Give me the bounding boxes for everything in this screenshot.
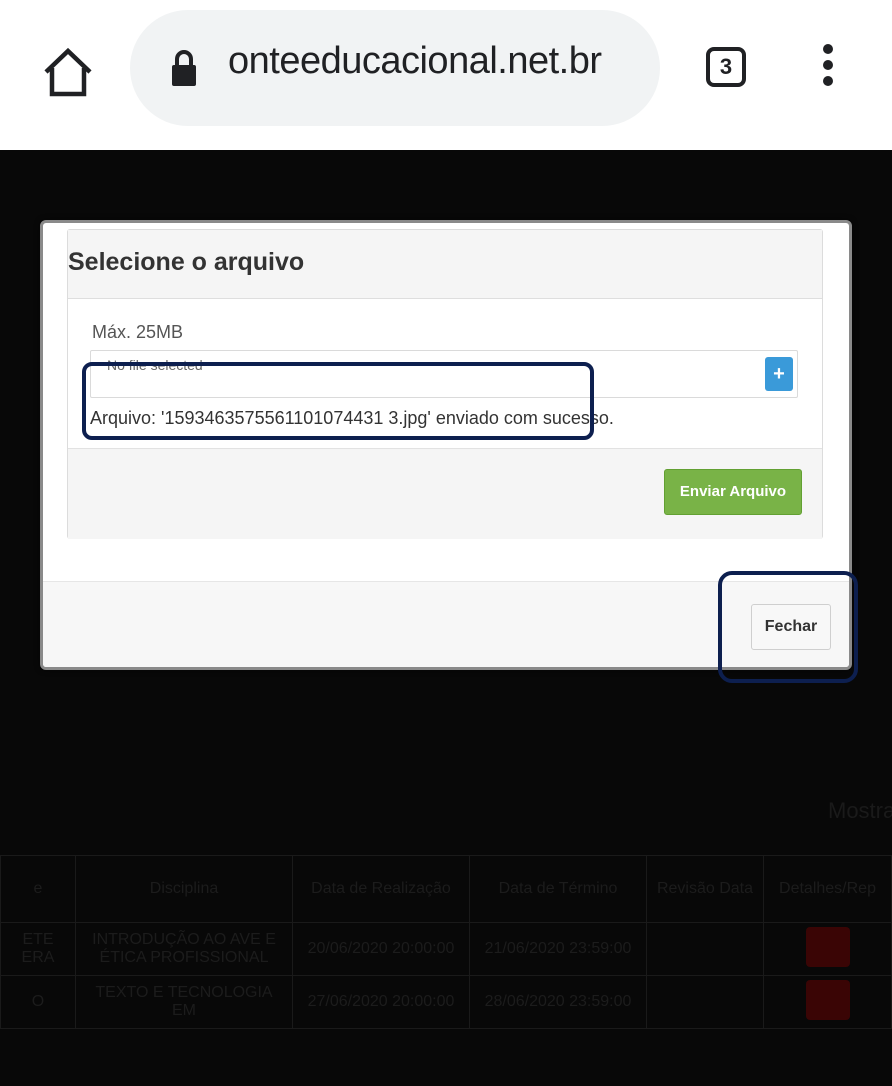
table-cell: 21/06/2020 23:59:00: [469, 922, 647, 976]
table-header: Detalhes/Rep: [763, 855, 892, 923]
max-size-label: Máx. 25MB: [92, 322, 184, 342]
table-cell: [646, 922, 764, 976]
panel-footer: Enviar Arquivo: [68, 448, 822, 539]
add-file-button[interactable]: +: [765, 357, 793, 391]
modal-title: Selecione o arquivo: [68, 248, 305, 276]
table-cell: 28/06/2020 23:59:00: [469, 975, 647, 1029]
table-cell: 27/06/2020 20:00:00: [292, 975, 470, 1029]
table-header: Disciplina: [75, 855, 293, 923]
highlight-upload-message: [82, 362, 594, 440]
table-header: Data de Realização: [292, 855, 470, 923]
report-icon[interactable]: [805, 926, 850, 967]
more-menu-icon[interactable]: [818, 44, 838, 94]
lock-icon: [172, 50, 196, 86]
send-file-button[interactable]: Enviar Arquivo: [664, 469, 802, 515]
table-cell: O: [0, 975, 76, 1029]
table-cell: ETE ERA: [0, 922, 76, 976]
table-cell: [763, 975, 892, 1029]
assignments-table: e Disciplina Data de Realização Data de …: [0, 855, 892, 1029]
table-header: Data de Término: [469, 855, 647, 923]
browser-toolbar: onteeducacional.net.br 3: [0, 0, 892, 150]
table-header: Revisão Data: [646, 855, 764, 923]
table-cell: TEXTO E TECNOLOGIA EM: [75, 975, 293, 1029]
table-header: e: [0, 855, 76, 923]
table-row: ETE ERA INTRODUÇÃO AO AVE E ÉTICA PROFIS…: [0, 922, 892, 976]
showing-label: Mostra: [828, 798, 892, 823]
url-text[interactable]: onteeducacional.net.br: [228, 40, 602, 83]
table-cell: [646, 975, 764, 1029]
table-header-row: e Disciplina Data de Realização Data de …: [0, 855, 892, 923]
table-cell: INTRODUÇÃO AO AVE E ÉTICA PROFISSIONAL: [75, 922, 293, 976]
table-cell: 20/06/2020 20:00:00: [292, 922, 470, 976]
highlight-close-button: [718, 571, 858, 683]
report-icon[interactable]: [805, 979, 850, 1020]
panel-header: Selecione o arquivo: [68, 230, 822, 299]
table-cell: [763, 922, 892, 976]
tab-count-button[interactable]: 3: [706, 47, 746, 87]
table-row: O TEXTO E TECNOLOGIA EM 27/06/2020 20:00…: [0, 975, 892, 1029]
home-icon[interactable]: [40, 44, 96, 100]
